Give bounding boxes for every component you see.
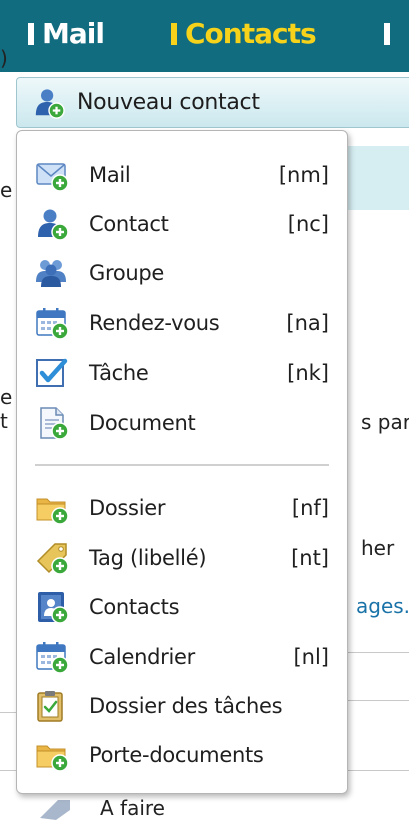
menu-item-task[interactable]: Tâche [nk] — [35, 353, 329, 393]
background-text: her — [361, 536, 395, 560]
background-text: t — [0, 409, 8, 433]
menu-item-label: Groupe — [89, 261, 165, 285]
menu-separator — [35, 464, 329, 466]
background-link[interactable]: ages. — [356, 594, 409, 618]
tab-marker-icon — [28, 23, 34, 45]
background-text: e — [0, 178, 13, 202]
appointment-icon — [35, 306, 69, 340]
calendar-icon — [35, 640, 69, 674]
task-icon — [35, 356, 69, 390]
background-header-strip — [348, 146, 409, 210]
menu-item-shortcut: [nf] — [291, 496, 329, 520]
briefcase-folder-icon — [35, 738, 69, 772]
menu-item-shortcut: [nl] — [293, 645, 329, 669]
background-divider — [348, 770, 409, 771]
menu-item-label: Tag (libellé) — [89, 546, 207, 570]
menu-item-label: Rendez-vous — [89, 311, 220, 335]
menu-item-contact[interactable]: Contact [nc] — [35, 204, 329, 244]
menu-item-label: Mail — [89, 163, 131, 187]
menu-item-label: Document — [89, 411, 196, 435]
menu-item-shortcut: [nk] — [287, 361, 329, 385]
tab-contacts-label: Contacts — [185, 17, 317, 50]
menu-item-label: Calendrier — [89, 645, 195, 669]
menu-item-appointment[interactable]: Rendez-vous [na] — [35, 303, 329, 343]
menu-item-group[interactable]: Groupe — [35, 253, 329, 293]
background-text: ) — [0, 46, 8, 70]
tag-icon — [35, 541, 69, 575]
tag-icon — [36, 796, 72, 820]
menu-item-label: Contact — [89, 212, 169, 236]
task-folder-icon — [35, 689, 69, 723]
menu-item-label: Dossier — [89, 496, 166, 520]
background-divider — [348, 652, 409, 653]
contact-icon — [35, 207, 69, 241]
group-icon — [35, 256, 69, 290]
top-tab-bar: Mail Contacts — [0, 0, 409, 72]
menu-item-document[interactable]: Document — [35, 403, 329, 443]
menu-item-label: Porte-documents — [89, 743, 264, 767]
background-text: e — [0, 385, 13, 409]
menu-item-shortcut: [na] — [286, 311, 329, 335]
menu-item-contacts[interactable]: Contacts — [35, 587, 329, 627]
menu-item-task-folder[interactable]: Dossier des tâches — [35, 686, 329, 726]
menu-item-label: Contacts — [89, 595, 180, 619]
background-divider — [348, 700, 409, 701]
menu-item-folder[interactable]: Dossier [nf] — [35, 488, 329, 528]
mail-icon — [35, 158, 69, 192]
document-icon — [35, 406, 69, 440]
menu-item-briefcase[interactable]: Porte-documents — [35, 735, 329, 775]
menu-item-shortcut: [nt] — [291, 546, 329, 570]
menu-item-calendar[interactable]: Calendrier [nl] — [35, 637, 329, 677]
address-book-icon — [35, 590, 69, 624]
menu-item-shortcut: [nm] — [278, 163, 329, 187]
menu-item-label: Dossier des tâches — [89, 694, 283, 718]
background-text: s par — [361, 410, 409, 434]
menu-item-tag[interactable]: Tag (libellé) [nt] — [35, 538, 329, 578]
menu-item-label: Tâche — [89, 361, 149, 385]
background-divider — [0, 712, 16, 713]
tab-contacts[interactable]: Contacts — [171, 16, 317, 52]
new-contact-button[interactable]: Nouveau contact — [16, 77, 409, 128]
new-item-menu: Mail [nm] Contact [nc] Groupe Rendez-vou… — [16, 130, 348, 794]
new-contact-icon — [33, 87, 65, 119]
menu-item-shortcut: [nc] — [287, 212, 329, 236]
folder-icon — [35, 491, 69, 525]
tab-marker-icon — [384, 23, 390, 45]
new-contact-label: Nouveau contact — [77, 90, 260, 115]
tab-mail-label: Mail — [42, 17, 105, 50]
menu-item-mail[interactable]: Mail [nm] — [35, 155, 329, 195]
tab-next[interactable] — [384, 16, 398, 52]
background-divider — [0, 770, 16, 771]
tab-mail[interactable]: Mail — [28, 16, 105, 52]
background-list-item[interactable]: A faire — [100, 796, 165, 820]
tab-marker-icon — [171, 23, 177, 45]
